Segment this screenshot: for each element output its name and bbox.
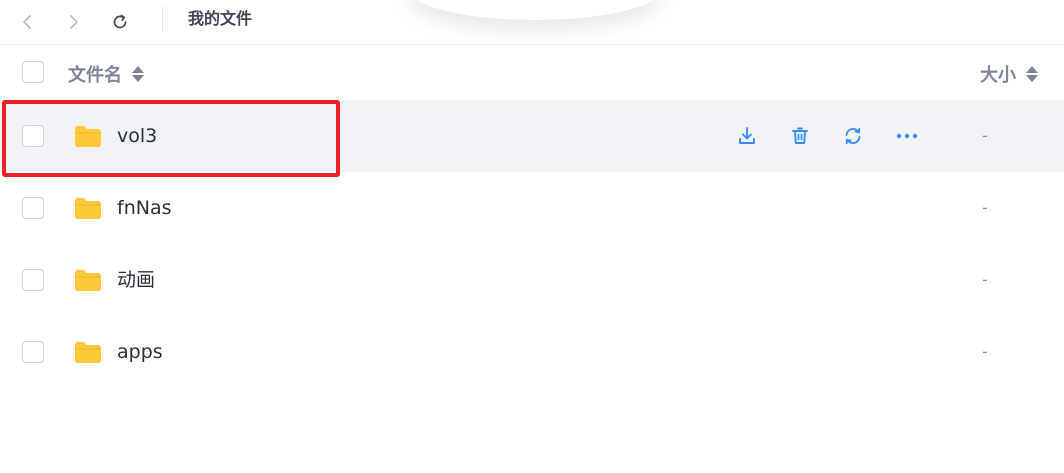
file-size: - [982,126,988,145]
file-name[interactable]: apps [117,340,163,364]
refresh-icon[interactable] [107,9,133,35]
column-name-label: 文件名 [68,65,122,86]
sync-icon[interactable] [841,124,865,148]
row-checkbox[interactable] [22,197,44,219]
breadcrumb[interactable]: 我的文件 [188,9,252,29]
row-checkbox[interactable] [22,341,44,363]
download-icon[interactable] [735,124,759,148]
file-size: - [982,270,988,289]
select-all-checkbox[interactable] [22,61,44,83]
folder-icon [75,270,101,291]
file-name[interactable]: 动画 [117,268,155,292]
sort-icon [132,66,144,82]
sort-icon [1026,66,1038,82]
column-header-size[interactable]: 大小 [980,61,1038,87]
file-size: - [982,342,988,361]
file-name[interactable]: fnNas [117,196,172,220]
table-row[interactable]: apps - [0,316,1064,388]
trash-icon[interactable] [788,124,812,148]
file-size: - [982,198,988,217]
folder-icon [75,198,101,219]
more-icon[interactable] [895,124,919,148]
column-header-name[interactable]: 文件名 [68,61,144,87]
toolbar: 我的文件 [0,0,1064,45]
column-size-label: 大小 [980,65,1016,86]
toolbar-divider [162,6,163,32]
folder-icon [75,342,101,363]
table-row[interactable]: 动画 - [0,244,1064,316]
row-checkbox[interactable] [22,269,44,291]
chevron-left-icon[interactable] [14,9,40,35]
highlight-box [2,100,340,177]
table-header: 文件名 大小 [0,45,1064,100]
chevron-right-icon[interactable] [61,9,87,35]
table-row[interactable]: fnNas - [0,172,1064,244]
